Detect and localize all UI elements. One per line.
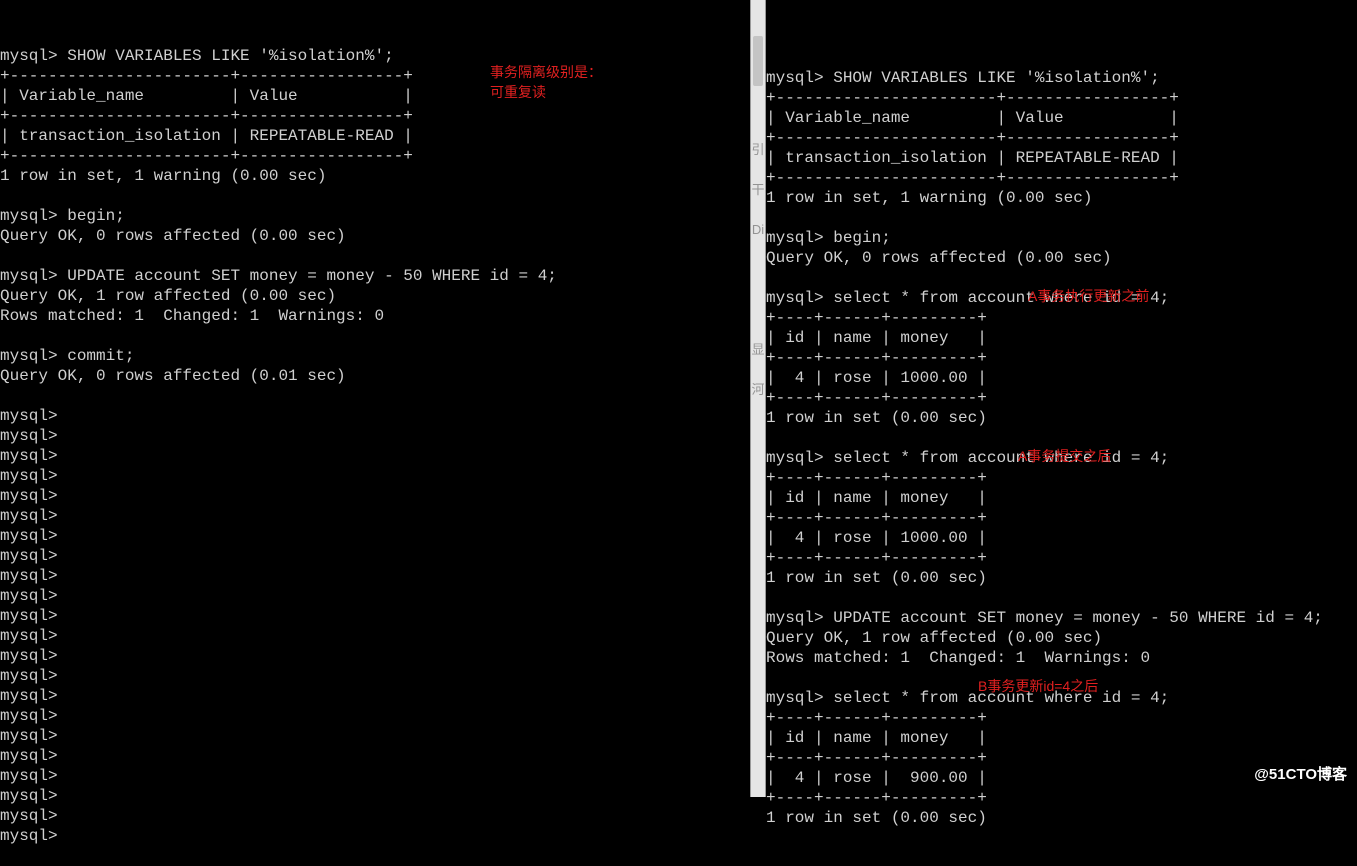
terminal-line: Query OK, 0 rows affected (0.01 sec) (0, 366, 750, 386)
terminal-pane-left[interactable]: mysql> SHOW VARIABLES LIKE '%isolation%'… (0, 0, 750, 797)
terminal-line: +----+------+---------+ (766, 748, 1357, 768)
terminal-line: mysql> (0, 666, 750, 686)
terminal-line: | 4 | rose | 1000.00 | (766, 528, 1357, 548)
terminal-line (766, 268, 1357, 288)
annotation-before-update: A事务执行更新之前 (1028, 286, 1149, 306)
terminal-line: mysql> (0, 806, 750, 826)
scrollbar-thumb[interactable] (753, 36, 763, 86)
terminal-line: mysql> (0, 546, 750, 566)
terminal-line: +----+------+---------+ (766, 308, 1357, 328)
terminal-line: mysql> (0, 766, 750, 786)
terminal-line: mysql> (0, 406, 750, 426)
terminal-line (766, 588, 1357, 608)
terminal-line: +----+------+---------+ (766, 548, 1357, 568)
terminal-line: mysql> UPDATE account SET money = money … (766, 608, 1357, 628)
terminal-line: +----+------+---------+ (766, 788, 1357, 808)
terminal-line: | id | name | money | (766, 488, 1357, 508)
terminal-line: | id | name | money | (766, 328, 1357, 348)
terminal-line: +-----------------------+---------------… (766, 128, 1357, 148)
terminal-line: | transaction_isolation | REPEATABLE-REA… (0, 126, 750, 146)
terminal-line: 1 row in set, 1 warning (0.00 sec) (0, 166, 750, 186)
terminal-line: +-----------------------+---------------… (0, 146, 750, 166)
terminal-line: Query OK, 0 rows affected (0.00 sec) (766, 248, 1357, 268)
terminal-line: +----+------+---------+ (766, 468, 1357, 488)
terminal-line (0, 386, 750, 406)
terminal-line: mysql> SHOW VARIABLES LIKE '%isolation%'… (766, 68, 1357, 88)
terminal-line: | Variable_name | Value | (766, 108, 1357, 128)
terminal-line: mysql> (0, 586, 750, 606)
terminal-output-left: mysql> SHOW VARIABLES LIKE '%isolation%'… (0, 46, 750, 846)
terminal-line: | transaction_isolation | REPEATABLE-REA… (766, 148, 1357, 168)
terminal-line: mysql> (0, 746, 750, 766)
terminal-line: 1 row in set (0.00 sec) (766, 408, 1357, 428)
terminal-line: 1 row in set (0.00 sec) (766, 568, 1357, 588)
terminal-line: +-----------------------+---------------… (766, 168, 1357, 188)
terminal-line: mysql> (0, 686, 750, 706)
terminal-line: mysql> (0, 446, 750, 466)
terminal-line: +-----------------------+---------------… (0, 106, 750, 126)
terminal-line: 1 row in set, 1 warning (0.00 sec) (766, 188, 1357, 208)
terminal-line: mysql> (0, 486, 750, 506)
terminal-line: mysql> (0, 426, 750, 446)
terminal-line (766, 208, 1357, 228)
terminal-line: mysql> (0, 786, 750, 806)
terminal-line: mysql> (0, 826, 750, 846)
annotation-after-b-update: B事务更新id=4之后 (978, 676, 1098, 696)
annotation-isolation-level: 事务隔离级别是： 可重复读 (490, 62, 602, 103)
terminal-line (766, 428, 1357, 448)
terminal-line: mysql> (0, 646, 750, 666)
terminal-line: | 4 | rose | 1000.00 | (766, 368, 1357, 388)
terminal-line: Rows matched: 1 Changed: 1 Warnings: 0 (0, 306, 750, 326)
terminal-line: mysql> (0, 526, 750, 546)
terminal-line (0, 326, 750, 346)
terminal-line: mysql> (0, 466, 750, 486)
terminal-line: mysql> (0, 606, 750, 626)
terminal-line: | id | name | money | (766, 728, 1357, 748)
terminal-line: Query OK, 1 row affected (0.00 sec) (766, 628, 1357, 648)
scrollbar-vertical[interactable]: 引干Di显河 (750, 0, 766, 797)
terminal-line (0, 186, 750, 206)
terminal-line: +-----------------------+---------------… (766, 88, 1357, 108)
terminal-line: mysql> SHOW VARIABLES LIKE '%isolation%'… (0, 46, 750, 66)
terminal-line: mysql> commit; (0, 346, 750, 366)
terminal-line: | Variable_name | Value | (0, 86, 750, 106)
terminal-line: mysql> UPDATE account SET money = money … (0, 266, 750, 286)
terminal-line: +----+------+---------+ (766, 348, 1357, 368)
terminal-line: mysql> (0, 506, 750, 526)
terminal-line: mysql> (0, 626, 750, 646)
terminal-line: 1 row in set (0.00 sec) (766, 808, 1357, 828)
terminal-line: mysql> (0, 726, 750, 746)
terminal-line: mysql> (0, 566, 750, 586)
terminal-line (0, 246, 750, 266)
terminal-line: Rows matched: 1 Changed: 1 Warnings: 0 (766, 648, 1357, 668)
terminal-line: Query OK, 1 row affected (0.00 sec) (0, 286, 750, 306)
terminal-line: Query OK, 0 rows affected (0.00 sec) (0, 226, 750, 246)
terminal-line: mysql> begin; (0, 206, 750, 226)
terminal-line: mysql> (0, 706, 750, 726)
annotation-after-commit: A事务提交之后 (1018, 446, 1111, 466)
terminal-line: mysql> begin; (766, 228, 1357, 248)
gutter-glyphs: 引干Di显河 (751, 130, 765, 797)
watermark: @51CTO博客 (1254, 766, 1347, 785)
terminal-line: +-----------------------+---------------… (0, 66, 750, 86)
terminal-line: +----+------+---------+ (766, 508, 1357, 528)
terminal-line: +----+------+---------+ (766, 708, 1357, 728)
terminal-line: +----+------+---------+ (766, 388, 1357, 408)
